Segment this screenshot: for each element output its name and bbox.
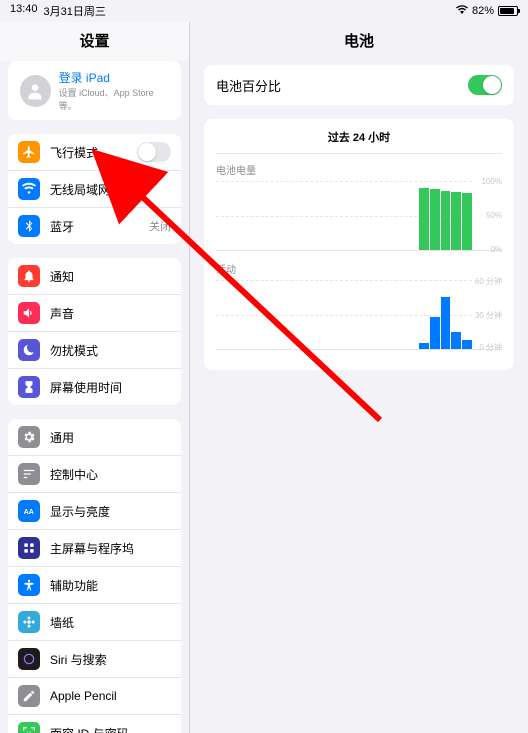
sidebar-item-wifi[interactable]: 无线局域网 <box>8 171 181 208</box>
sidebar-item-wallpaper[interactable]: 墙纸 <box>8 604 181 641</box>
item-label: 控制中心 <box>50 466 171 483</box>
item-label: 主屏幕与程序坞 <box>50 540 171 557</box>
detail-pane: 电池 电池百分比 过去 24 小时 电池电量 100% 50% 0% 活动 60… <box>190 22 528 733</box>
item-label: 勿扰模式 <box>50 342 171 359</box>
battery-pct-toggle[interactable] <box>468 75 502 95</box>
grid-icon <box>18 537 40 559</box>
profile-row[interactable]: 登录 iPad 设置 iCloud、App Store 等。 <box>8 61 181 120</box>
sidebar-item-siri[interactable]: Siri 与搜索 <box>8 641 181 678</box>
faceid-icon <box>18 722 40 733</box>
status-time: 13:40 <box>10 3 38 19</box>
sliders-icon <box>18 463 40 485</box>
sidebar-item-airplane[interactable]: 飞行模式 <box>8 134 181 171</box>
activity-label: 活动 <box>216 261 502 276</box>
battery-pct-card: 电池百分比 <box>204 65 514 105</box>
sidebar-item-display[interactable]: AA 显示与亮度 <box>8 493 181 530</box>
item-label: 墙纸 <box>50 614 171 631</box>
sidebar-item-accessibility[interactable]: 辅助功能 <box>8 567 181 604</box>
sidebar-item-pencil[interactable]: Apple Pencil <box>8 678 181 715</box>
profile-title: 登录 iPad <box>59 69 169 86</box>
status-date: 3月31日周三 <box>44 3 106 19</box>
bell-icon <box>18 265 40 287</box>
siri-icon <box>18 648 40 670</box>
svg-text:AA: AA <box>24 509 34 516</box>
item-label: 通用 <box>50 429 171 446</box>
item-label: 面容 ID 与密码 <box>50 725 171 733</box>
sidebar-item-sound[interactable]: 声音 <box>8 295 181 332</box>
sidebar-item-dnd[interactable]: 勿扰模式 <box>8 332 181 369</box>
item-label: 显示与亮度 <box>50 503 171 520</box>
activity-chart: 60 分钟 30 分钟 0 分钟 <box>216 280 502 350</box>
status-battery-pct: 82% <box>472 5 494 17</box>
sidebar: 设置 登录 iPad 设置 iCloud、App Store 等。 飞行模式 无… <box>0 22 190 733</box>
item-label: 无线局域网 <box>50 181 171 198</box>
y-label: 0% <box>490 245 502 254</box>
sidebar-item-bluetooth[interactable]: 蓝牙 关闭 <box>8 208 181 244</box>
bluetooth-icon <box>18 215 40 237</box>
item-label: 飞行模式 <box>50 144 137 161</box>
item-label: 声音 <box>50 305 171 322</box>
avatar <box>20 75 51 107</box>
level-label: 电池电量 <box>216 162 502 177</box>
sidebar-item-screentime[interactable]: 屏幕使用时间 <box>8 369 181 405</box>
airplane-icon <box>18 141 40 163</box>
status-bar: 13:40 3月31日周三 82% <box>0 0 528 22</box>
wifi-settings-icon <box>18 178 40 200</box>
pencil-icon <box>18 685 40 707</box>
sidebar-item-home[interactable]: 主屏幕与程序坞 <box>8 530 181 567</box>
accessibility-icon <box>18 574 40 596</box>
hourglass-icon <box>18 376 40 398</box>
display-icon: AA <box>18 500 40 522</box>
item-label: 辅助功能 <box>50 577 171 594</box>
airplane-toggle[interactable] <box>137 142 171 162</box>
sidebar-item-faceid[interactable]: 面容 ID 与密码 <box>8 715 181 733</box>
item-label: Apple Pencil <box>50 689 171 703</box>
moon-icon <box>18 339 40 361</box>
item-label: 屏幕使用时间 <box>50 379 171 396</box>
tab-24h[interactable]: 过去 24 小时 <box>216 129 502 154</box>
item-label: 通知 <box>50 268 171 285</box>
y-label: 60 分钟 <box>475 276 502 287</box>
item-label: 蓝牙 <box>50 218 149 235</box>
flower-icon <box>18 611 40 633</box>
detail-title: 电池 <box>204 22 514 65</box>
row-label: 电池百分比 <box>216 76 281 95</box>
sidebar-item-general[interactable]: 通用 <box>8 419 181 456</box>
y-label: 100% <box>482 177 502 186</box>
item-label: Siri 与搜索 <box>50 651 171 668</box>
y-label: 30 分钟 <box>475 310 502 321</box>
sidebar-item-notifications[interactable]: 通知 <box>8 258 181 295</box>
usage-card: 过去 24 小时 电池电量 100% 50% 0% 活动 60 分钟 30 分钟… <box>204 119 514 370</box>
profile-sub: 设置 iCloud、App Store 等。 <box>59 86 169 112</box>
sidebar-item-control[interactable]: 控制中心 <box>8 456 181 493</box>
item-value: 关闭 <box>149 218 171 234</box>
level-chart: 100% 50% 0% <box>216 181 502 251</box>
gear-icon <box>18 426 40 448</box>
speaker-icon <box>18 302 40 324</box>
y-label: 0 分钟 <box>479 342 502 353</box>
y-label: 50% <box>486 211 502 220</box>
battery-icon <box>498 6 518 16</box>
wifi-icon <box>456 5 468 18</box>
sidebar-title: 设置 <box>0 22 189 61</box>
